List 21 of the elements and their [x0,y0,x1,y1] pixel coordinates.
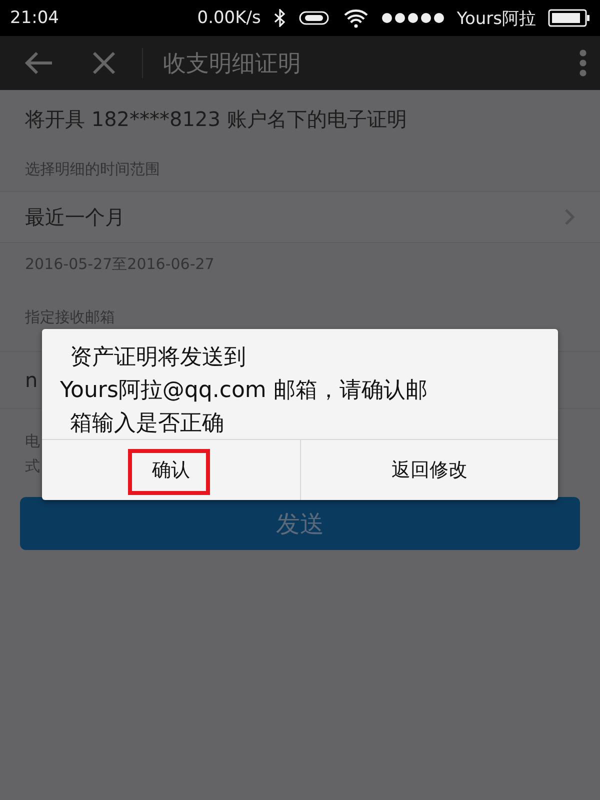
dialog-message-line: 箱输入是否正确 [70,410,224,438]
clock-time: 21:04 [10,8,59,28]
link-icon [298,10,331,26]
page-title: 收支明细证明 [163,50,302,78]
network-speed: 0.00K/s [197,8,261,28]
dialog-message-line: Yours阿拉@qq.com 邮箱，请确认邮 [60,377,428,405]
intro-text: 将开具 182****8123 账户名下的电子证明 [24,106,408,133]
confirm-button[interactable]: 确认 [42,440,300,500]
wifi-icon [342,8,369,28]
dialog-message-line: 资产证明将发送到 [70,344,246,372]
edit-button[interactable]: 返回修改 [300,440,558,500]
back-button[interactable] [24,51,54,75]
battery-icon [548,9,590,27]
more-menu-button[interactable] [578,49,588,77]
bluetooth-icon [272,9,287,27]
signal-icon [380,12,445,24]
carrier-name: Yours阿拉 [456,8,536,30]
email-value[interactable]: n [25,368,38,392]
close-button[interactable] [92,51,116,75]
range-selector[interactable]: 最近一个月 [0,191,600,243]
send-button[interactable]: 发送 [20,497,580,550]
